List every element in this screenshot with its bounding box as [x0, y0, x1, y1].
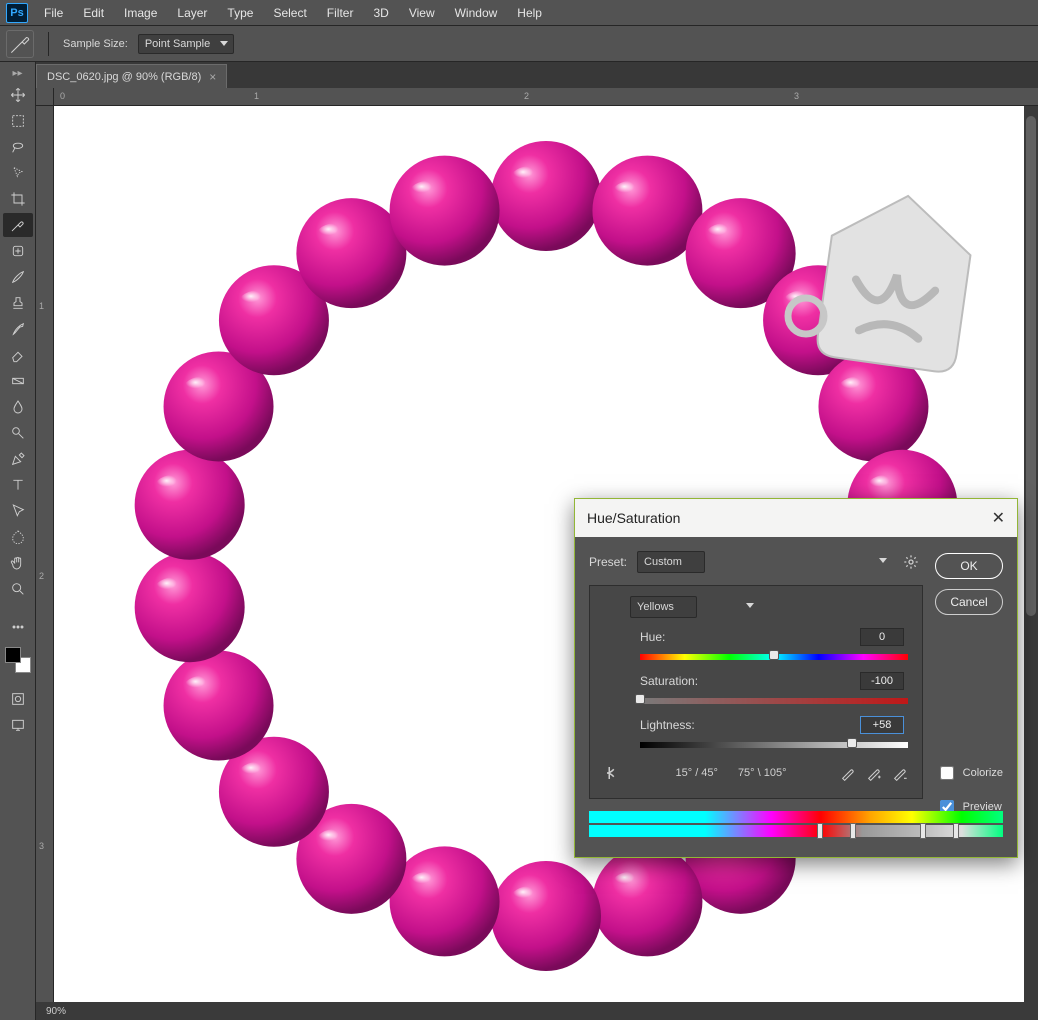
menu-image[interactable]: Image	[114, 4, 167, 22]
document-tab-label: DSC_0620.jpg @ 90% (RGB/8)	[47, 71, 201, 83]
ruler-h-tick: 3	[794, 91, 799, 101]
ruler-h-tick: 1	[254, 91, 259, 101]
adjustment-panel: Yellows Hue: Saturation: Lightness:	[589, 585, 923, 799]
zoom-tool[interactable]	[3, 577, 33, 601]
stamp-tool[interactable]	[3, 291, 33, 315]
channel-select[interactable]: Yellows	[630, 596, 697, 618]
saturation-slider[interactable]	[640, 694, 908, 706]
foreground-color-swatch[interactable]	[5, 647, 21, 663]
lightness-slider[interactable]	[640, 738, 908, 750]
eyedropper-plus-icon[interactable]	[866, 765, 882, 781]
targeted-adjust-icon[interactable]	[604, 764, 622, 782]
preset-select[interactable]: Custom	[637, 551, 705, 573]
toolbar-collapse-icon[interactable]: ▸▸	[12, 68, 22, 79]
eraser-tool[interactable]	[3, 343, 33, 367]
type-tool[interactable]	[3, 473, 33, 497]
lightness-label: Lightness:	[640, 718, 695, 732]
range-high: 75° \ 105°	[738, 767, 787, 779]
menu-edit[interactable]: Edit	[73, 4, 114, 22]
screenmode-tool[interactable]	[3, 713, 33, 737]
hue-slider[interactable]	[640, 650, 908, 662]
ruler-h-tick: 2	[524, 91, 529, 101]
preset-label: Preset:	[589, 555, 627, 569]
ruler-horizontal[interactable]: 0 1 2 3	[54, 88, 1038, 106]
dialog-title: Hue/Saturation	[587, 510, 680, 526]
gradient-tool[interactable]	[3, 369, 33, 393]
menu-3d[interactable]: 3D	[363, 4, 398, 22]
dialog-titlebar[interactable]: Hue/Saturation ✕	[575, 499, 1017, 537]
saturation-input[interactable]	[860, 672, 904, 690]
ruler-v-tick: 2	[39, 571, 44, 581]
lightness-input[interactable]	[860, 716, 904, 734]
ruler-v-tick: 3	[39, 841, 44, 851]
gear-icon[interactable]	[903, 554, 919, 570]
menu-view[interactable]: View	[399, 4, 445, 22]
move-tool[interactable]	[3, 83, 33, 107]
saturation-label: Saturation:	[640, 674, 698, 688]
dialog-checks: Colorize Preview	[936, 763, 1003, 817]
document-tab[interactable]: DSC_0620.jpg @ 90% (RGB/8) ×	[36, 64, 227, 88]
hue-label: Hue:	[640, 630, 665, 644]
ruler-corner	[36, 88, 54, 106]
menu-window[interactable]: Window	[445, 4, 508, 22]
hand-tool[interactable]	[3, 551, 33, 575]
menu-filter[interactable]: Filter	[317, 4, 364, 22]
ruler-h-tick: 0	[60, 91, 65, 101]
menubar: Ps File Edit Image Layer Type Select Fil…	[0, 0, 1038, 26]
sample-size-select-wrap: Point Sample	[138, 34, 234, 54]
marquee-tool[interactable]	[3, 109, 33, 133]
quickmask-tool[interactable]	[3, 687, 33, 711]
hue-input[interactable]	[860, 628, 904, 646]
scrollbar-thumb[interactable]	[1026, 116, 1036, 616]
status-zoom[interactable]: 90%	[46, 1006, 66, 1017]
menu-help[interactable]: Help	[507, 4, 552, 22]
sample-size-label: Sample Size:	[63, 38, 128, 50]
tools-panel: ▸▸	[0, 62, 36, 1020]
eyedropper-tool[interactable]	[3, 213, 33, 237]
ruler-v-tick: 1	[39, 301, 44, 311]
healing-tool[interactable]	[3, 239, 33, 263]
brush-tool[interactable]	[3, 265, 33, 289]
menu-layer[interactable]: Layer	[167, 4, 217, 22]
color-swatch[interactable]	[5, 647, 31, 673]
close-icon[interactable]: ×	[209, 71, 216, 83]
app-logo: Ps	[6, 3, 28, 23]
menu-select[interactable]: Select	[263, 4, 316, 22]
edit-toolbar-icon[interactable]	[3, 615, 33, 639]
cancel-button[interactable]: Cancel	[935, 589, 1003, 615]
document-tabstrip: DSC_0620.jpg @ 90% (RGB/8) ×	[0, 62, 1038, 88]
color-range-strip[interactable]	[589, 811, 1003, 837]
path-select-tool[interactable]	[3, 499, 33, 523]
ok-button[interactable]: OK	[935, 553, 1003, 579]
sample-size-select[interactable]: Point Sample	[138, 34, 234, 54]
active-tool-icon[interactable]	[6, 30, 34, 58]
status-bar: 90%	[36, 1002, 1038, 1020]
colorize-check[interactable]: Colorize	[936, 763, 1003, 783]
menu-file[interactable]: File	[34, 4, 73, 22]
dodge-tool[interactable]	[3, 421, 33, 445]
close-icon[interactable]: ✕	[992, 508, 1005, 528]
menu-type[interactable]: Type	[217, 4, 263, 22]
range-low: 15° / 45°	[676, 767, 718, 779]
vertical-scrollbar[interactable]	[1024, 106, 1038, 1002]
pen-tool[interactable]	[3, 447, 33, 471]
shape-tool[interactable]	[3, 525, 33, 549]
history-brush-tool[interactable]	[3, 317, 33, 341]
options-bar: Sample Size: Point Sample	[0, 26, 1038, 62]
eyedropper-minus-icon[interactable]	[892, 765, 908, 781]
hue-saturation-dialog: Hue/Saturation ✕ Preset: Custom OK Cance…	[574, 498, 1018, 858]
lasso-tool[interactable]	[3, 135, 33, 159]
blur-tool[interactable]	[3, 395, 33, 419]
eyedropper-icon[interactable]	[840, 765, 856, 781]
options-divider	[48, 32, 49, 56]
ruler-vertical[interactable]: 1 2 3	[36, 106, 54, 1002]
quick-select-tool[interactable]	[3, 161, 33, 185]
crop-tool[interactable]	[3, 187, 33, 211]
